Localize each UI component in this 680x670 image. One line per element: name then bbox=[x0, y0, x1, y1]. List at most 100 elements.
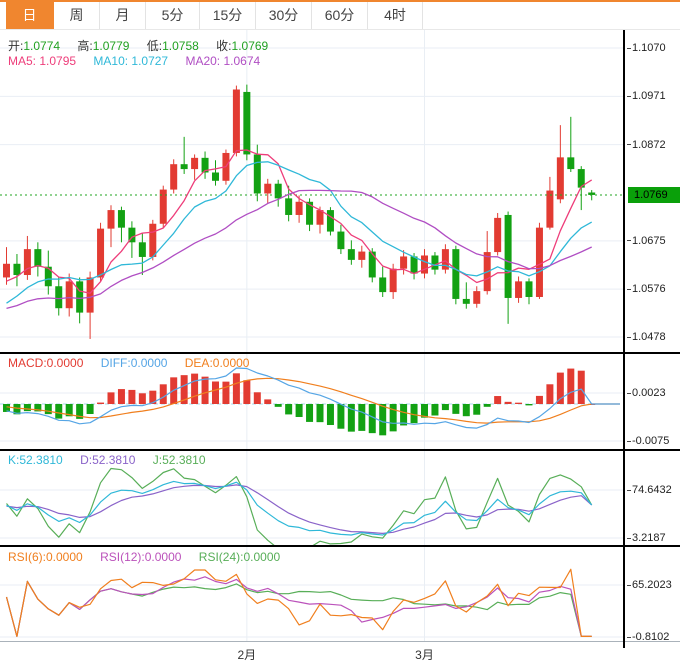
low-value: 1.0758 bbox=[162, 39, 199, 53]
dea-line bbox=[7, 378, 621, 423]
rsi-header: RSI(6):0.0000 RSI(12):0.0000 RSI(24):0.0… bbox=[8, 550, 294, 564]
close-label: 收: bbox=[216, 39, 231, 53]
macd-bar bbox=[55, 404, 62, 419]
candle-body bbox=[546, 191, 553, 228]
macd-header: MACD:0.0000 DIFF:0.0000 DEA:0.0000 bbox=[8, 356, 263, 370]
macd-bar bbox=[578, 371, 585, 404]
candle-body bbox=[170, 164, 177, 189]
candle-body bbox=[264, 184, 271, 194]
tab-month[interactable]: 月 bbox=[100, 2, 146, 29]
candle-body bbox=[400, 256, 407, 268]
x-axis-month-label: 3月 bbox=[415, 646, 434, 663]
y-axis-label: 0.0023 bbox=[627, 386, 666, 400]
y-axis-line bbox=[623, 30, 625, 648]
kline-chart-app: 日周月5分15分30分60分4时 开:1.0774 高:1.0779 低:1.0… bbox=[0, 0, 680, 670]
axis-tick bbox=[627, 48, 631, 49]
low-label: 低: bbox=[147, 39, 162, 53]
y-axis-label: 1.1070 bbox=[627, 41, 666, 55]
macd-bar bbox=[536, 396, 543, 404]
macd-bar bbox=[442, 404, 449, 410]
diff-line bbox=[7, 368, 621, 428]
tab-day[interactable]: 日 bbox=[6, 2, 54, 29]
macd-bar bbox=[285, 404, 292, 414]
axis-tick bbox=[627, 441, 631, 442]
candle-body bbox=[13, 264, 20, 275]
macd-bar bbox=[264, 399, 271, 404]
j-readout: J:52.3810 bbox=[153, 453, 206, 467]
candle-body bbox=[118, 210, 125, 228]
tab-60min[interactable]: 60分 bbox=[312, 2, 368, 29]
tab-4hour[interactable]: 4时 bbox=[368, 2, 423, 29]
axis-tick bbox=[627, 144, 631, 145]
macd-bar bbox=[337, 404, 344, 429]
axis-tick bbox=[627, 490, 631, 491]
macd-bar bbox=[505, 402, 512, 404]
candle-body bbox=[494, 218, 501, 252]
y-axis-label: -0.0075 bbox=[627, 434, 669, 448]
x-axis-line bbox=[0, 641, 680, 642]
candle-body bbox=[97, 229, 104, 278]
candle-body bbox=[557, 157, 564, 199]
macd-bar bbox=[452, 404, 459, 414]
tab-week[interactable]: 周 bbox=[54, 2, 100, 29]
candle-body bbox=[390, 269, 397, 292]
candle-body bbox=[87, 277, 94, 312]
d-readout: D:52.3810 bbox=[80, 453, 135, 467]
macd-bar bbox=[390, 404, 397, 431]
macd-bar bbox=[306, 404, 313, 422]
macd-bar bbox=[233, 373, 240, 404]
rsi12-readout: RSI(12):0.0000 bbox=[100, 550, 181, 564]
open-label: 开: bbox=[8, 39, 23, 53]
tab-5min[interactable]: 5分 bbox=[146, 2, 200, 29]
macd-bar bbox=[139, 393, 146, 404]
macd-bar bbox=[515, 403, 522, 404]
candle-body bbox=[463, 299, 470, 304]
candle-body bbox=[337, 232, 344, 250]
macd-bar bbox=[275, 404, 282, 407]
dea-readout: DEA:0.0000 bbox=[185, 356, 250, 370]
low-readout: 低:1.0758 bbox=[147, 39, 199, 53]
y-axis-label: 1.0971 bbox=[627, 89, 666, 103]
candle-body bbox=[369, 252, 376, 278]
axis-tick bbox=[627, 289, 631, 290]
y-axis-label: 65.2023 bbox=[627, 578, 672, 592]
rsi24-line bbox=[7, 581, 592, 636]
macd-bar bbox=[128, 390, 135, 404]
macd-bar bbox=[567, 369, 574, 404]
macd-bar bbox=[97, 403, 104, 404]
candle-body bbox=[275, 184, 282, 199]
candle-body bbox=[3, 264, 10, 278]
candle-body bbox=[254, 154, 261, 193]
macd-bar bbox=[400, 404, 407, 425]
candle-body bbox=[431, 255, 438, 269]
y-axis-label: 1.0478 bbox=[627, 330, 666, 344]
macd-bar bbox=[473, 404, 480, 415]
candlestick-plot[interactable] bbox=[0, 30, 623, 352]
macd-bar bbox=[327, 404, 334, 425]
diff-readout: DIFF:0.0000 bbox=[101, 356, 168, 370]
axis-tick bbox=[627, 393, 631, 394]
candle-body bbox=[55, 286, 62, 308]
candle-body bbox=[181, 164, 188, 169]
macd-bar bbox=[254, 392, 261, 404]
tab-15min[interactable]: 15分 bbox=[200, 2, 256, 29]
macd-bar bbox=[45, 404, 52, 414]
high-readout: 高:1.0779 bbox=[77, 39, 129, 53]
candle-body bbox=[66, 281, 73, 308]
timeframe-tabbar: 日周月5分15分30分60分4时 bbox=[0, 0, 680, 30]
candle-body bbox=[149, 224, 156, 257]
tab-30min[interactable]: 30分 bbox=[256, 2, 312, 29]
ma20-readout: MA20: 1.0674 bbox=[185, 54, 260, 68]
candle-body bbox=[108, 210, 115, 229]
macd-bar bbox=[3, 404, 10, 412]
macd-bar bbox=[108, 392, 115, 404]
macd-bar bbox=[379, 404, 386, 435]
k-readout: K:52.3810 bbox=[8, 453, 63, 467]
axis-tick bbox=[627, 96, 631, 97]
rsi24-readout: RSI(24):0.0000 bbox=[199, 550, 280, 564]
macd-bar bbox=[243, 380, 250, 404]
candle-body bbox=[526, 281, 533, 297]
macd-bar bbox=[87, 404, 94, 414]
close-value: 1.0769 bbox=[232, 39, 269, 53]
axis-tick bbox=[627, 538, 631, 539]
